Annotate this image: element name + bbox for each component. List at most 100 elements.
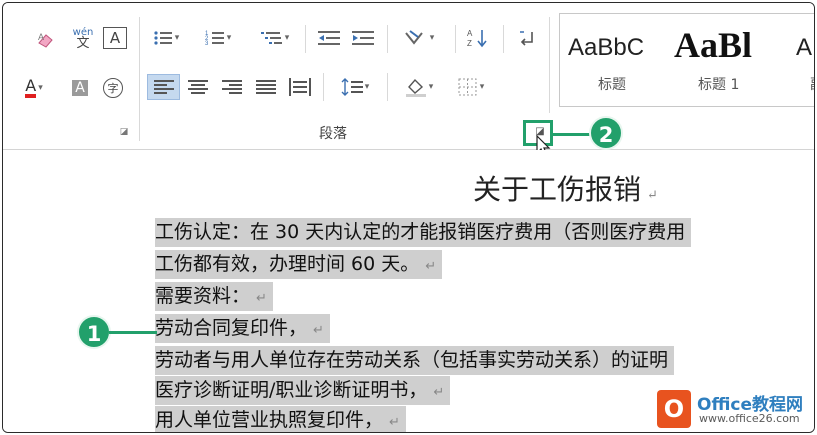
chevron-down-icon: ▾ bbox=[428, 82, 434, 92]
sort-az-icon: A Z bbox=[467, 29, 487, 48]
separator bbox=[387, 73, 388, 101]
chinese-layout-button[interactable]: ▾ bbox=[397, 25, 441, 51]
paragraph-mark-icon bbox=[520, 31, 533, 46]
text-line[interactable]: 工伤都有效，办理时间 60 天。 ↵ bbox=[155, 250, 443, 279]
clear-formatting-button[interactable]: A bbox=[33, 27, 59, 53]
paint-bucket-icon bbox=[405, 78, 426, 97]
line-text: 工伤认定：在 30 天内认定的才能报销医疗费用（否则医疗费用 bbox=[155, 221, 686, 243]
chevron-down-icon: ▾ bbox=[364, 82, 370, 92]
group-divider bbox=[139, 17, 140, 141]
align-center-icon bbox=[188, 80, 208, 94]
character-border-label: A bbox=[109, 29, 121, 47]
align-left-icon bbox=[153, 80, 174, 94]
character-border-button[interactable]: A bbox=[103, 27, 127, 49]
text-line[interactable]: 工伤认定：在 30 天内认定的才能报销医疗费用（否则医疗费用 bbox=[155, 218, 692, 247]
justify-button[interactable] bbox=[251, 74, 281, 100]
enclose-characters-button[interactable]: 字 bbox=[99, 75, 127, 101]
numbering-button[interactable]: 1 2 3 ▾ bbox=[201, 25, 235, 51]
paragraph-mark: ↵ bbox=[433, 385, 445, 400]
line-text: 医疗诊断证明/职业诊断证明书， bbox=[155, 379, 428, 401]
show-hide-marks-button[interactable] bbox=[513, 25, 541, 51]
font-color-label: A bbox=[25, 78, 37, 98]
borders-icon bbox=[458, 78, 477, 96]
style-sample: A bbox=[796, 34, 813, 61]
style-sample: AaBbC bbox=[568, 34, 645, 61]
style-tile-subtitle[interactable]: A 副 bbox=[788, 14, 814, 104]
ribbon: A wén 文 A A ▾ A 字 ◪ ▾ 1 2 3 ▾ ▾ ▾ A Z ▾ … bbox=[3, 3, 814, 157]
bullet-list-icon bbox=[154, 31, 172, 45]
app-window: A wén 文 A A ▾ A 字 ◪ ▾ 1 2 3 ▾ ▾ ▾ A Z ▾ … bbox=[2, 2, 815, 433]
line-text: 需要资料： bbox=[155, 285, 251, 307]
increase-indent-icon bbox=[352, 31, 374, 45]
bullets-button[interactable]: ▾ bbox=[149, 25, 183, 51]
style-name: 标题 bbox=[598, 77, 626, 93]
paragraph-mark: ↵ bbox=[389, 415, 400, 430]
text-line[interactable]: 医疗诊断证明/职业诊断证明书， ↵ bbox=[155, 376, 451, 405]
separator bbox=[323, 73, 324, 101]
svg-text:A: A bbox=[467, 29, 473, 38]
watermark-url: www.office26.com bbox=[699, 412, 800, 425]
font-color-button[interactable]: A ▾ bbox=[15, 75, 53, 101]
style-tile-heading[interactable]: AaBbC 标题 bbox=[560, 14, 664, 104]
style-sample: AaBl bbox=[674, 25, 753, 65]
svg-text:A: A bbox=[38, 32, 44, 42]
paragraph-mark: ↵ bbox=[425, 259, 437, 274]
line-text: 劳动合同复印件， bbox=[155, 317, 308, 339]
svg-text:3: 3 bbox=[205, 41, 209, 47]
svg-text:Z: Z bbox=[467, 39, 472, 48]
chevron-down-icon: ▾ bbox=[226, 33, 232, 43]
justify-icon bbox=[256, 80, 276, 94]
sort-button[interactable]: A Z bbox=[463, 25, 493, 51]
distributed-button[interactable] bbox=[285, 74, 315, 100]
group-divider bbox=[549, 17, 550, 113]
enclose-characters-label: 字 bbox=[103, 78, 123, 98]
align-right-button[interactable] bbox=[217, 74, 247, 100]
borders-button[interactable]: ▾ bbox=[449, 74, 493, 100]
distributed-icon bbox=[289, 78, 311, 96]
style-name: 副 bbox=[810, 74, 814, 94]
chevron-down-icon: ▾ bbox=[38, 83, 43, 93]
site-watermark: O Office教程网 www.office26.com bbox=[655, 386, 814, 432]
align-center-button[interactable] bbox=[183, 74, 213, 100]
numbered-list-icon: 1 2 3 bbox=[205, 31, 224, 47]
paragraph-group-label: 段落 bbox=[319, 126, 347, 142]
decrease-indent-icon bbox=[318, 31, 340, 45]
paragraph-mark: ↵ bbox=[256, 291, 267, 306]
separator bbox=[305, 25, 306, 53]
line-spacing-button[interactable]: ▾ bbox=[333, 74, 377, 100]
paragraph-mark: ↵ bbox=[313, 323, 324, 338]
line-spacing-icon bbox=[341, 78, 363, 96]
multilevel-list-button[interactable]: ▾ bbox=[255, 25, 295, 51]
text-line[interactable]: 劳动合同复印件， ↵ bbox=[155, 314, 330, 343]
character-shading-label: A bbox=[72, 80, 88, 96]
font-dialog-launcher-icon[interactable]: ◪ bbox=[119, 127, 129, 137]
style-name: 标题 1 bbox=[698, 77, 740, 93]
callout-connector-2 bbox=[551, 133, 591, 136]
text-line[interactable]: 劳动者与用人单位存在劳动关系（包括事实劳动关系）的证明 bbox=[155, 346, 675, 375]
decrease-indent-button[interactable] bbox=[315, 25, 343, 51]
document-title: 关于工伤报销 ↵ bbox=[473, 168, 658, 208]
styles-gallery: AaBbC 标题 AaBl 标题 1 A 副 bbox=[559, 13, 814, 107]
align-left-button[interactable] bbox=[147, 74, 180, 100]
character-shading-button[interactable]: A bbox=[69, 75, 91, 101]
line-text: 劳动者与用人单位存在劳动关系（包括事实劳动关系）的证明 bbox=[155, 349, 669, 371]
text-line[interactable]: 需要资料： ↵ bbox=[155, 282, 273, 311]
shading-button[interactable]: ▾ bbox=[397, 74, 441, 100]
separator bbox=[503, 25, 504, 53]
text-line[interactable]: 用人单位营业执照复印件， ↵ bbox=[155, 406, 406, 432]
office-logo-icon: O bbox=[657, 390, 691, 428]
increase-indent-button[interactable] bbox=[349, 25, 377, 51]
callout-connector-1 bbox=[109, 331, 157, 334]
align-right-icon bbox=[222, 80, 242, 94]
chinese-layout-icon bbox=[404, 30, 423, 45]
style-tile-heading-1[interactable]: AaBl 标题 1 bbox=[666, 14, 786, 104]
separator bbox=[387, 25, 388, 53]
line-text: 用人单位营业执照复印件， bbox=[155, 409, 384, 431]
line-text: 工伤都有效，办理时间 60 天。 bbox=[155, 253, 420, 275]
phonetic-guide-button[interactable]: wén 文 bbox=[67, 25, 99, 51]
separator bbox=[455, 25, 456, 53]
multilevel-list-icon bbox=[260, 32, 282, 44]
phonetic-bottom: 文 bbox=[76, 36, 90, 51]
eraser-icon: A bbox=[38, 32, 53, 48]
chevron-down-icon: ▾ bbox=[174, 33, 180, 43]
